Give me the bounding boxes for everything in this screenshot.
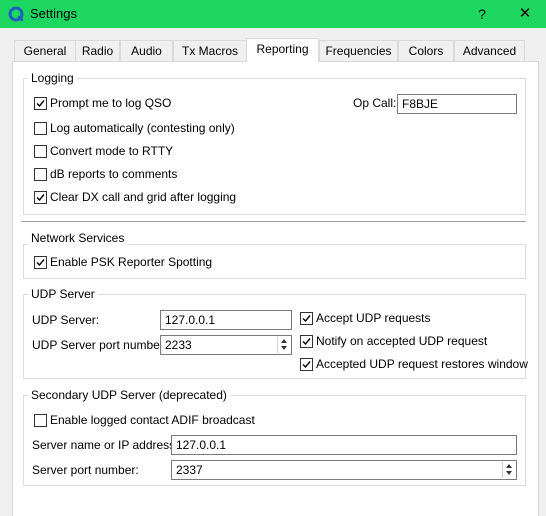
- checkmark-icon: [36, 100, 45, 108]
- tab-advanced[interactable]: Advanced: [454, 40, 525, 61]
- tab-frequencies[interactable]: Frequencies: [319, 40, 398, 61]
- secondary-server-label: Server name or IP address:: [32, 438, 179, 452]
- clear-dx-label: Clear DX call and grid after logging: [50, 190, 237, 204]
- restore-window-checkbox[interactable]: [300, 358, 313, 371]
- app-logo-icon: [8, 6, 24, 22]
- horizontal-divider: [21, 221, 526, 222]
- log-auto-checkbox[interactable]: [34, 122, 47, 135]
- secondary-server-input[interactable]: 127.0.0.1: [171, 435, 517, 455]
- udp-server-input[interactable]: 127.0.0.1: [160, 310, 292, 330]
- spin-up-icon: [281, 339, 287, 343]
- title-bar: Settings ? ✕: [0, 0, 546, 28]
- op-call-input[interactable]: F8BJE: [397, 94, 517, 114]
- adif-broadcast-label: Enable logged contact ADIF broadcast: [50, 413, 255, 427]
- close-button[interactable]: ✕: [504, 0, 546, 28]
- network-services-title: Network Services: [28, 231, 128, 245]
- tab-colors[interactable]: Colors: [398, 40, 454, 61]
- psk-reporter-checkbox[interactable]: [34, 256, 47, 269]
- spin-down-icon: [506, 471, 512, 475]
- checkmark-icon: [302, 338, 311, 346]
- logging-group-title: Logging: [28, 71, 77, 85]
- checkmark-icon: [36, 259, 45, 267]
- udp-server-title: UDP Server: [28, 287, 98, 301]
- notify-udp-label: Notify on accepted UDP request: [316, 334, 488, 348]
- prompt-log-qso-checkbox[interactable]: [34, 97, 47, 110]
- log-auto-label: Log automatically (contesting only): [50, 121, 235, 135]
- convert-rtty-label: Convert mode to RTTY: [50, 144, 174, 158]
- secondary-port-input[interactable]: 2337: [171, 460, 517, 480]
- secondary-port-spinner[interactable]: [502, 462, 515, 478]
- convert-rtty-checkbox[interactable]: [34, 145, 47, 158]
- restore-window-label: Accepted UDP request restores window: [316, 357, 528, 371]
- tab-tx-macros[interactable]: Tx Macros: [173, 40, 247, 61]
- checkmark-icon: [302, 361, 311, 369]
- window-title: Settings: [30, 6, 77, 21]
- checkmark-icon: [302, 315, 311, 323]
- tab-audio[interactable]: Audio: [120, 40, 173, 61]
- checkmark-icon: [36, 194, 45, 202]
- tab-reporting[interactable]: Reporting: [246, 38, 319, 62]
- tab-radio[interactable]: Radio: [75, 40, 120, 61]
- notify-udp-checkbox[interactable]: [300, 335, 313, 348]
- reporting-panel: Logging Prompt me to log QSO Op Call: F8…: [12, 61, 539, 516]
- db-reports-label: dB reports to comments: [50, 167, 178, 181]
- prompt-log-qso-label: Prompt me to log QSO: [50, 96, 172, 110]
- adif-broadcast-checkbox[interactable]: [34, 414, 47, 427]
- op-call-label: Op Call:: [353, 96, 397, 110]
- spin-down-icon: [281, 346, 287, 350]
- help-button[interactable]: ?: [460, 0, 504, 28]
- clear-dx-checkbox[interactable]: [34, 191, 47, 204]
- udp-port-input[interactable]: 2233: [160, 335, 292, 355]
- accept-udp-checkbox[interactable]: [300, 312, 313, 325]
- tab-general[interactable]: General: [14, 40, 76, 61]
- udp-port-spinner[interactable]: [277, 337, 290, 353]
- psk-reporter-label: Enable PSK Reporter Spotting: [50, 255, 213, 269]
- accept-udp-label: Accept UDP requests: [316, 311, 431, 325]
- secondary-port-label: Server port number:: [32, 463, 139, 477]
- db-reports-checkbox[interactable]: [34, 168, 47, 181]
- udp-port-label: UDP Server port number:: [32, 338, 168, 352]
- udp-server-label: UDP Server:: [32, 313, 100, 327]
- spin-up-icon: [506, 464, 512, 468]
- secondary-udp-title: Secondary UDP Server (deprecated): [28, 388, 230, 402]
